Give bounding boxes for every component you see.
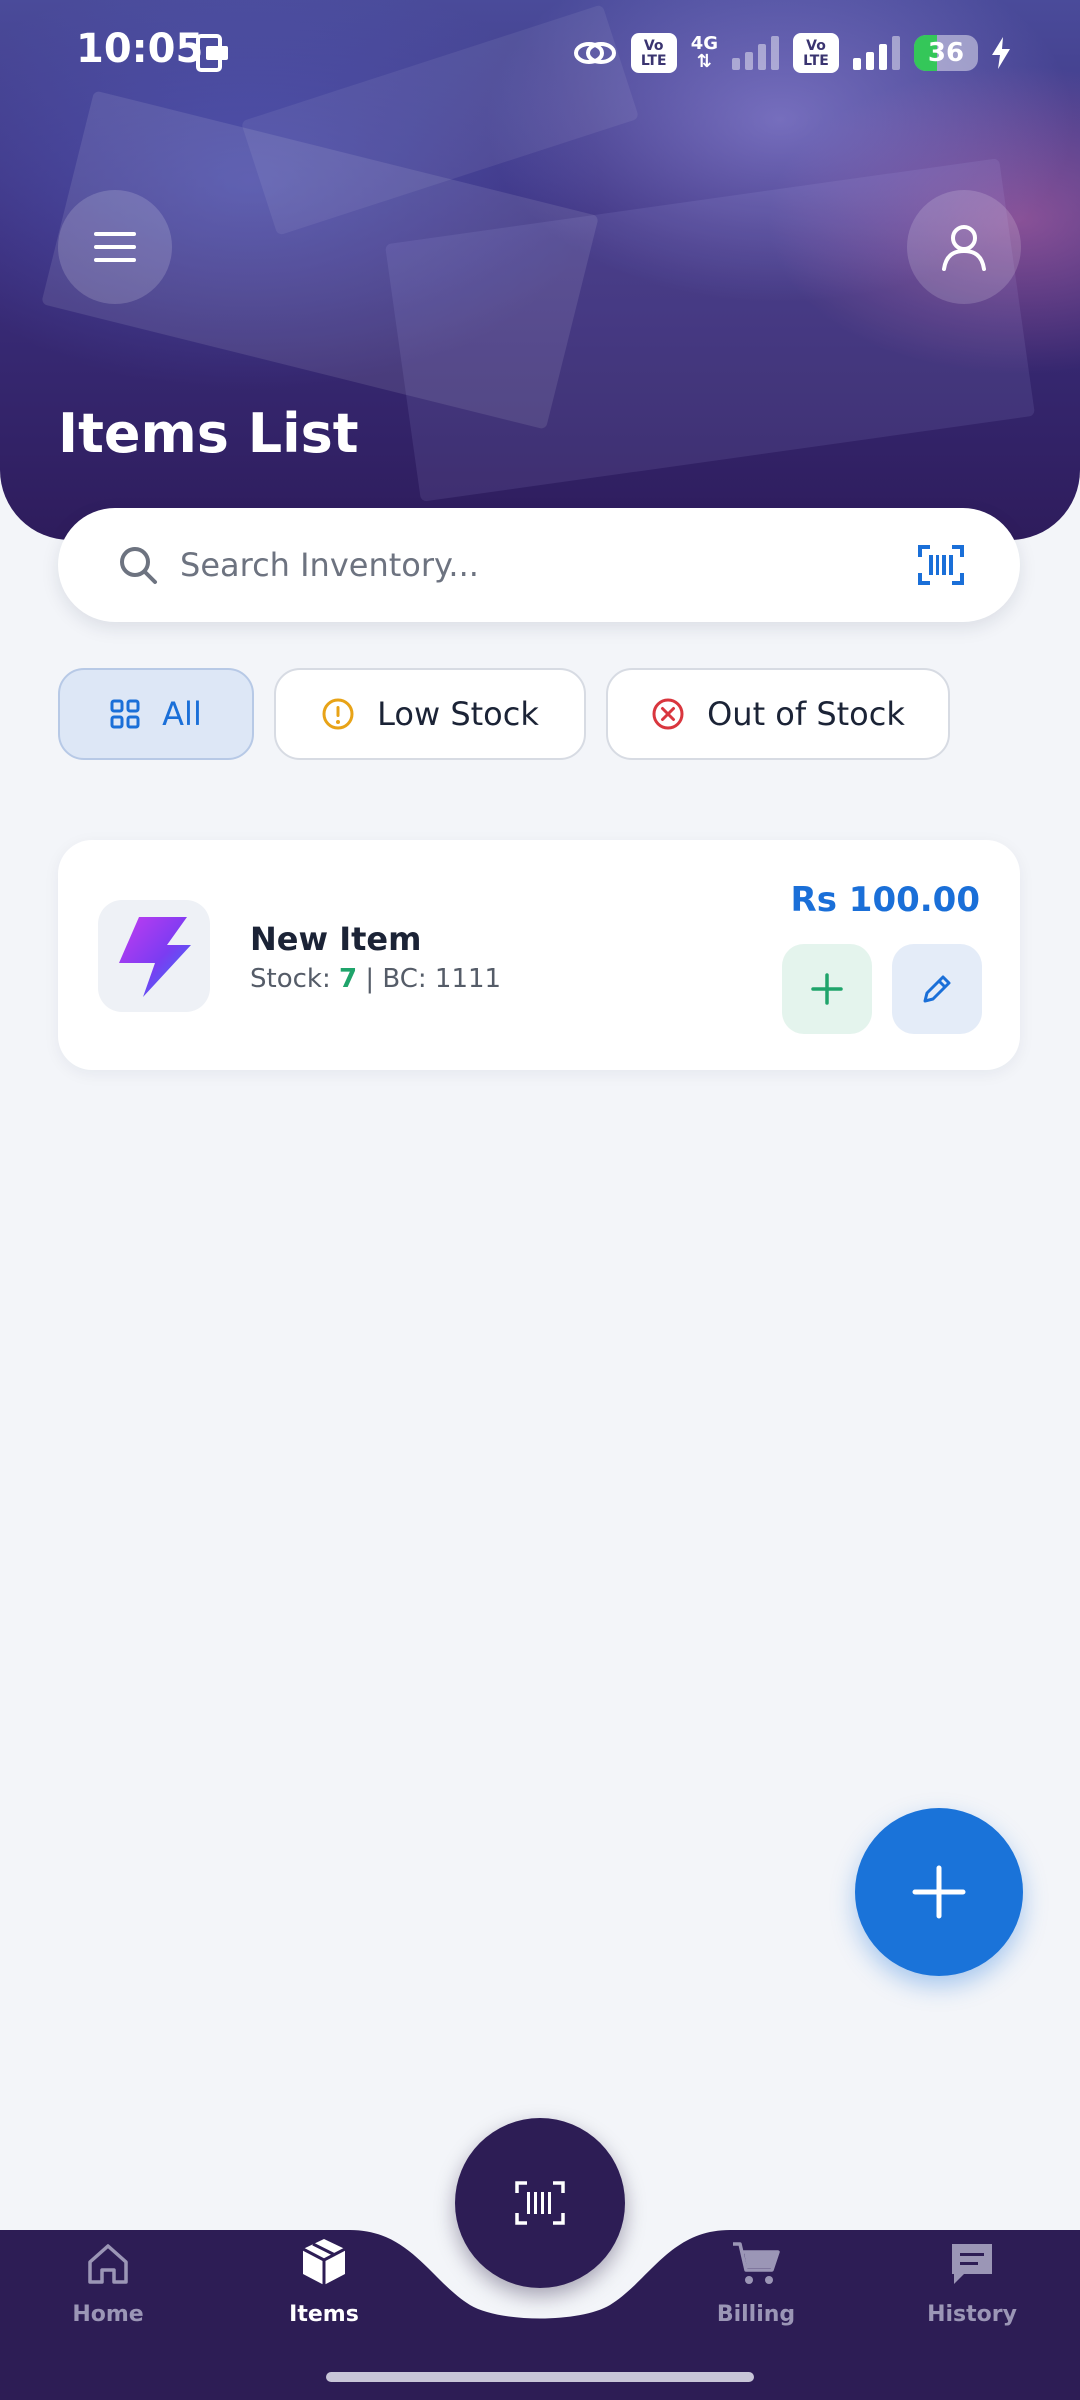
barcode-scan-icon bbox=[515, 2181, 565, 2225]
edit-item-button[interactable] bbox=[892, 944, 982, 1034]
volte-badge: Vo LTE bbox=[793, 33, 839, 73]
box-icon bbox=[302, 2239, 346, 2285]
item-price: Rs 100.00 bbox=[790, 880, 980, 920]
nav-home[interactable]: Home bbox=[28, 2240, 188, 2327]
nav-label: History bbox=[927, 2302, 1017, 2327]
filter-chip-low-stock[interactable]: Low Stock bbox=[274, 668, 586, 760]
home-icon bbox=[88, 2244, 128, 2284]
lightning-icon bbox=[119, 917, 191, 997]
plus-icon bbox=[811, 973, 843, 1005]
nav-items[interactable]: Items bbox=[244, 2236, 404, 2327]
search-icon bbox=[120, 547, 157, 584]
item-meta: Stock: 7 | BC: 1111 bbox=[250, 964, 501, 994]
user-icon bbox=[942, 225, 986, 271]
search-input[interactable] bbox=[180, 546, 918, 584]
cart-icon bbox=[733, 2242, 780, 2284]
profile-button[interactable] bbox=[907, 190, 1021, 304]
list-item[interactable]: New Item Stock: 7 | BC: 1111 Rs 100.00 bbox=[58, 840, 1020, 1070]
header-banner: 10:05 Vo LTE 4G ⇅ Vo LTE 36 Items List bbox=[0, 0, 1080, 540]
receipt-icon bbox=[952, 2244, 992, 2284]
filter-label: Out of Stock bbox=[707, 695, 905, 733]
home-indicator[interactable] bbox=[326, 2372, 754, 2382]
sim-icon bbox=[196, 34, 228, 72]
status-bar: 10:05 Vo LTE 4G ⇅ Vo LTE 36 bbox=[0, 0, 1080, 105]
signal-icon bbox=[732, 36, 779, 70]
add-item-button[interactable] bbox=[855, 1808, 1023, 1976]
search-bar[interactable] bbox=[58, 508, 1020, 622]
item-thumbnail bbox=[98, 900, 210, 1012]
charging-icon bbox=[992, 37, 1010, 69]
nav-history[interactable]: History bbox=[892, 2240, 1052, 2327]
grid-icon bbox=[110, 699, 140, 729]
battery-level: 36 bbox=[927, 38, 965, 68]
status-time: 10:05 bbox=[76, 26, 204, 72]
filter-chip-out-of-stock[interactable]: Out of Stock bbox=[606, 668, 950, 760]
volte-badge: Vo LTE bbox=[630, 33, 677, 73]
nav-billing[interactable]: Billing bbox=[676, 2240, 836, 2327]
x-circle-icon bbox=[652, 698, 684, 730]
nav-label: Home bbox=[72, 2302, 144, 2327]
filter-chip-all[interactable]: All bbox=[58, 668, 254, 760]
hamburger-icon bbox=[94, 232, 136, 262]
page-title: Items List bbox=[58, 402, 359, 465]
scan-barcode-button[interactable] bbox=[455, 2118, 625, 2288]
nav-label: Billing bbox=[716, 2302, 796, 2327]
barcode-scan-icon[interactable] bbox=[918, 545, 964, 585]
item-name: New Item bbox=[250, 920, 422, 958]
network-type: 4G ⇅ bbox=[690, 33, 718, 72]
menu-button[interactable] bbox=[58, 190, 172, 304]
add-stock-button[interactable] bbox=[782, 944, 872, 1034]
filter-label: Low Stock bbox=[377, 695, 539, 733]
barcode-label: | BC: 1111 bbox=[357, 964, 502, 994]
signal-icon bbox=[853, 36, 900, 70]
alert-circle-icon bbox=[322, 698, 354, 730]
stock-label: Stock: bbox=[250, 964, 339, 994]
nav-label: Items bbox=[289, 2302, 359, 2327]
stock-count: 7 bbox=[338, 964, 358, 994]
pencil-icon bbox=[923, 975, 951, 1003]
battery-icon: 36 bbox=[914, 35, 978, 71]
link-icon bbox=[573, 42, 616, 64]
plus-icon bbox=[912, 1865, 966, 1919]
filter-label: All bbox=[162, 695, 202, 733]
status-indicators: Vo LTE 4G ⇅ Vo LTE 36 bbox=[573, 30, 1010, 76]
